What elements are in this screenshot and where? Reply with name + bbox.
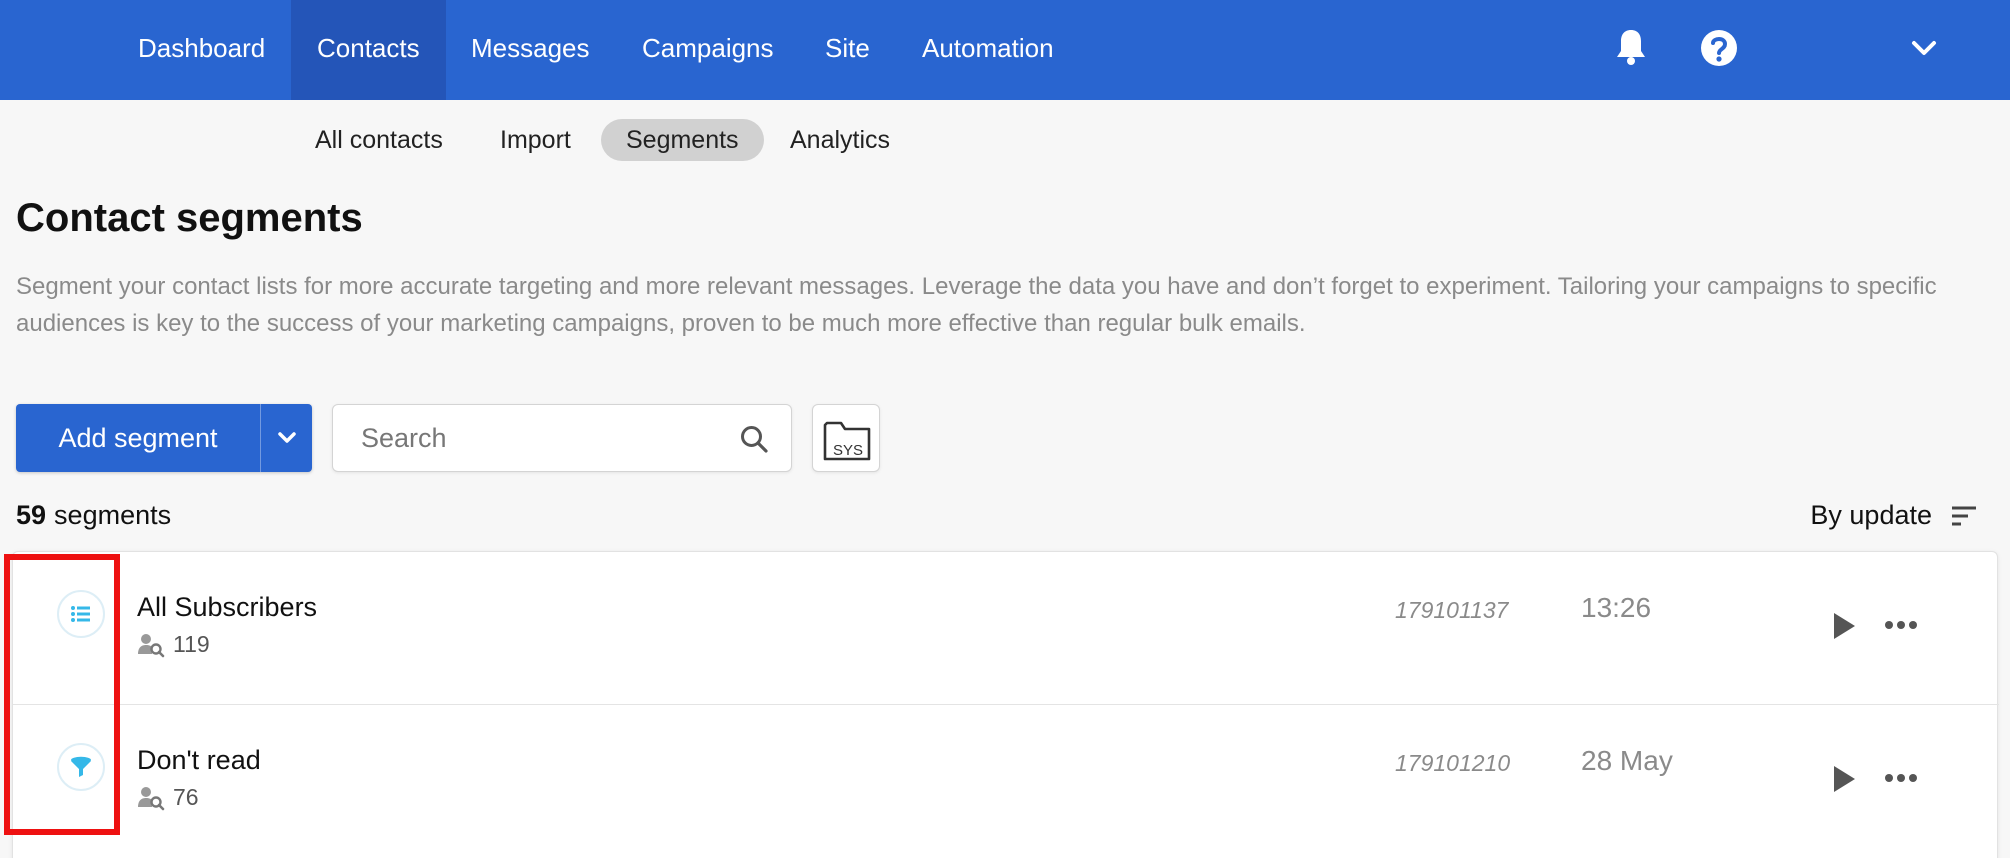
add-segment-button[interactable]: Add segment xyxy=(16,404,312,472)
segment-contacts: 76 xyxy=(137,784,199,811)
nav-dashboard[interactable]: Dashboard xyxy=(138,0,265,100)
chevron-down-icon xyxy=(277,432,296,443)
contact-search-icon xyxy=(138,786,165,810)
segment-count-unit: segments xyxy=(54,500,172,530)
sort-label[interactable]: By update xyxy=(1810,500,1932,531)
search-icon[interactable] xyxy=(739,424,769,459)
bell-icon[interactable] xyxy=(1613,27,1649,72)
subnav-import[interactable]: Import xyxy=(500,119,571,161)
chevron-down-icon[interactable] xyxy=(1910,38,1938,63)
folder-sys-icon: SYS xyxy=(823,421,871,461)
segment-name[interactable]: All Subscribers xyxy=(137,592,317,623)
segment-id: 179101137 xyxy=(1395,597,1509,623)
nav-campaigns[interactable]: Campaigns xyxy=(642,0,774,100)
segment-count-value: 59 xyxy=(16,500,47,530)
more-options-icon[interactable] xyxy=(1883,771,1919,790)
top-navigation: Dashboard Contacts Messages Campaigns Si… xyxy=(0,0,2010,100)
nav-automation[interactable]: Automation xyxy=(922,0,1054,100)
segment-contacts: 119 xyxy=(137,631,210,658)
sort-icon[interactable] xyxy=(1950,504,1978,528)
nav-site[interactable]: Site xyxy=(825,0,870,100)
system-segments-button[interactable]: SYS xyxy=(812,404,880,472)
segment-count: 59 segments xyxy=(16,500,171,531)
more-options-icon[interactable] xyxy=(1883,618,1919,637)
sort-control[interactable]: By update xyxy=(1810,500,1978,531)
page-title: Contact segments xyxy=(16,196,363,240)
add-segment-dropdown[interactable] xyxy=(260,404,312,472)
subnav-segments[interactable]: Segments xyxy=(601,119,764,161)
play-icon[interactable] xyxy=(1831,764,1857,799)
nav-messages[interactable]: Messages xyxy=(471,0,590,100)
segment-contacts-count: 76 xyxy=(173,784,199,810)
segment-name[interactable]: Don't read xyxy=(137,745,261,776)
segment-updated: 28 May xyxy=(1581,745,1673,776)
add-segment-label[interactable]: Add segment xyxy=(16,404,260,472)
page-description: Segment your contact lists for more accu… xyxy=(16,273,1937,337)
segment-contacts-count: 119 xyxy=(173,631,210,657)
subnav-analytics[interactable]: Analytics xyxy=(790,119,890,161)
contact-search-icon xyxy=(138,633,165,657)
list-icon xyxy=(57,590,105,638)
list-item[interactable]: Don't read 76 179101210 28 May xyxy=(13,704,1999,856)
search-input[interactable] xyxy=(333,405,723,471)
segment-list: All Subscribers 119 179101137 13:26 Don'… xyxy=(12,551,1999,858)
help-icon[interactable] xyxy=(1699,28,1739,73)
list-item[interactable]: All Subscribers 119 179101137 13:26 xyxy=(13,552,1999,704)
search-box xyxy=(332,404,792,472)
svg-text:SYS: SYS xyxy=(833,442,863,459)
segment-updated: 13:26 xyxy=(1581,592,1652,623)
play-icon[interactable] xyxy=(1831,611,1857,646)
nav-contacts[interactable]: Contacts xyxy=(291,0,446,100)
segment-id: 179101210 xyxy=(1395,750,1511,776)
filter-icon xyxy=(57,743,105,791)
subnav-all-contacts[interactable]: All contacts xyxy=(315,119,443,161)
